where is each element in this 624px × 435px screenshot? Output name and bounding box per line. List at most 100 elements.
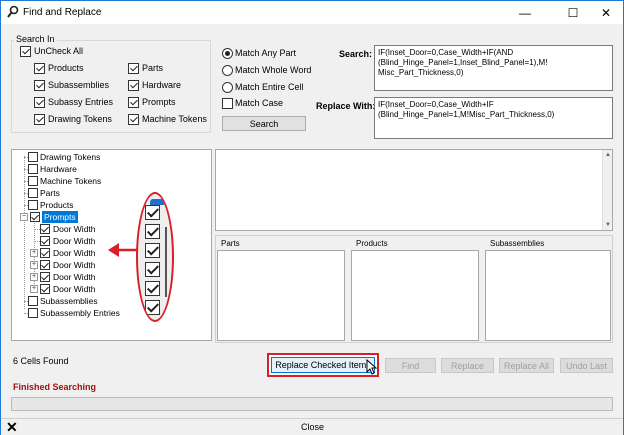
finished-searching-text: Finished Searching <box>13 382 97 392</box>
parts-panel-label: Parts <box>221 239 240 248</box>
tree-node-label: Drawing Tokens <box>40 152 101 162</box>
zoom-checkbox <box>145 281 160 296</box>
find-replace-window: Find and Replace — ☐ ✕ Search In UnCheck… <box>0 0 624 435</box>
machine-tokens-label: Machine Tokens <box>142 114 207 124</box>
subassy-entries-checkbox[interactable] <box>34 97 45 108</box>
subassemblies-list[interactable] <box>485 250 611 341</box>
parts-list[interactable] <box>217 250 345 341</box>
match-case-label: Match Case <box>235 98 284 108</box>
match-whole-word-radio[interactable] <box>222 65 233 76</box>
cells-found-text: 6 Cells Found <box>13 356 69 366</box>
products-list[interactable] <box>351 250 479 341</box>
tree-checkbox[interactable] <box>40 224 50 234</box>
replace-with-label: Replace With: <box>316 101 376 111</box>
scroll-down-icon[interactable]: ▼ <box>605 222 611 228</box>
tree-checkbox[interactable] <box>40 272 50 282</box>
search-in-title: Search In <box>14 34 57 44</box>
tree-node-label: Door Width <box>53 248 96 258</box>
zoom-checkbox <box>145 300 160 315</box>
tree-node-label: Subassembly Entries <box>40 308 120 318</box>
products-checkbox[interactable] <box>34 63 45 74</box>
scroll-up-icon[interactable]: ▲ <box>605 152 611 158</box>
subassemblies-checkbox[interactable] <box>34 80 45 91</box>
tree-checkbox[interactable] <box>40 260 50 270</box>
maximize-icon: ☐ <box>567 5 579 20</box>
replace-checked-highlight: Replace Checked Items <box>267 353 379 377</box>
drawing-tokens-label: Drawing Tokens <box>48 114 112 124</box>
tree-checkbox[interactable] <box>28 308 38 318</box>
tree-checkbox[interactable] <box>28 176 38 186</box>
tree-checkbox[interactable] <box>28 152 38 162</box>
tree-node-label: Products <box>40 200 74 210</box>
replace-checked-button[interactable]: Replace Checked Items <box>271 357 375 373</box>
minimize-button[interactable]: — <box>511 1 539 24</box>
replace-all-button[interactable]: Replace All <box>499 358 554 373</box>
tree-checkbox[interactable] <box>40 248 50 258</box>
mouse-cursor-icon <box>366 359 378 375</box>
magnifier-icon <box>7 5 19 18</box>
close-button[interactable]: Close <box>301 422 324 432</box>
results-tree[interactable]: Drawing Tokens Hardware Machine Tokens P… <box>11 149 212 341</box>
products-label: Products <box>48 63 84 73</box>
footer-bar: ✕ Close <box>1 418 623 435</box>
window-title: Find and Replace <box>23 7 102 18</box>
tree-node-label: Door Width <box>53 284 96 294</box>
tree-node-label: Door Width <box>53 224 96 234</box>
close-icon: ✕ <box>600 5 612 20</box>
find-button[interactable]: Find <box>385 358 436 373</box>
undo-last-button[interactable]: Undo Last <box>560 358 613 373</box>
tree-checkbox[interactable] <box>30 212 40 222</box>
tree-checkbox[interactable] <box>40 284 50 294</box>
tree-checkbox[interactable] <box>28 200 38 210</box>
prompts-checkbox[interactable] <box>128 97 139 108</box>
match-entire-cell-radio[interactable] <box>222 82 233 93</box>
subassemblies-label: Subassemblies <box>48 80 110 90</box>
replace-button[interactable]: Replace <box>441 358 494 373</box>
search-button[interactable]: Search <box>222 116 306 131</box>
expand-icon[interactable]: + <box>30 273 38 281</box>
match-any-part-radio[interactable] <box>222 48 233 59</box>
tree-checkbox[interactable] <box>28 296 38 306</box>
title-bar: Find and Replace — ☐ ✕ <box>1 1 623 24</box>
expand-icon[interactable]: + <box>30 285 38 293</box>
subassy-entries-label: Subassy Entries <box>48 97 114 107</box>
zoom-checkbox <box>145 224 160 239</box>
match-case-checkbox[interactable] <box>222 98 233 109</box>
machine-tokens-checkbox[interactable] <box>128 114 139 125</box>
close-x-icon[interactable]: ✕ <box>6 419 18 435</box>
drawing-tokens-checkbox[interactable] <box>34 114 45 125</box>
hardware-checkbox[interactable] <box>128 80 139 91</box>
parts-label: Parts <box>142 63 164 73</box>
prompts-label: Prompts <box>142 97 176 107</box>
parts-checkbox[interactable] <box>128 63 139 74</box>
tree-node-label: Door Width <box>53 272 96 282</box>
zoom-checkbox <box>145 205 160 220</box>
collapse-icon[interactable]: − <box>20 213 28 221</box>
expand-icon[interactable]: + <box>30 249 38 257</box>
match-any-part-label: Match Any Part <box>235 48 297 58</box>
search-input[interactable]: IF(Inset_Door=0,Case_Width+IF(AND (Blind… <box>374 45 613 91</box>
preview-panel[interactable]: ▲ ▼ <box>215 149 613 231</box>
expand-icon[interactable]: + <box>30 261 38 269</box>
tree-checkbox[interactable] <box>40 236 50 246</box>
products-panel-label: Products <box>356 239 388 248</box>
replace-input[interactable]: IF(Inset_Door=0,Case_Width+IF (Blind_Hin… <box>374 97 613 139</box>
tree-node-label: Door Width <box>53 260 96 270</box>
tree-line <box>24 156 25 309</box>
window-close-button[interactable]: ✕ <box>592 1 620 24</box>
progress-bar <box>11 397 613 411</box>
zoom-checkbox <box>145 262 160 277</box>
zoom-checkbox <box>145 243 160 258</box>
tree-checkbox[interactable] <box>28 164 38 174</box>
tree-node-label: Subassemblies <box>40 296 98 306</box>
match-entire-cell-label: Match Entire Cell <box>235 82 304 92</box>
maximize-button[interactable]: ☐ <box>559 1 587 24</box>
zoom-callout <box>136 192 174 322</box>
preview-scrollbar[interactable]: ▲ ▼ <box>602 150 612 230</box>
uncheck-all-checkbox[interactable] <box>20 46 31 57</box>
tree-node-label: Parts <box>40 188 60 198</box>
subassemblies-panel-label: Subassemblies <box>490 239 545 248</box>
tree-checkbox[interactable] <box>28 188 38 198</box>
minimize-icon: — <box>519 5 531 20</box>
match-whole-word-label: Match Whole Word <box>235 65 312 75</box>
